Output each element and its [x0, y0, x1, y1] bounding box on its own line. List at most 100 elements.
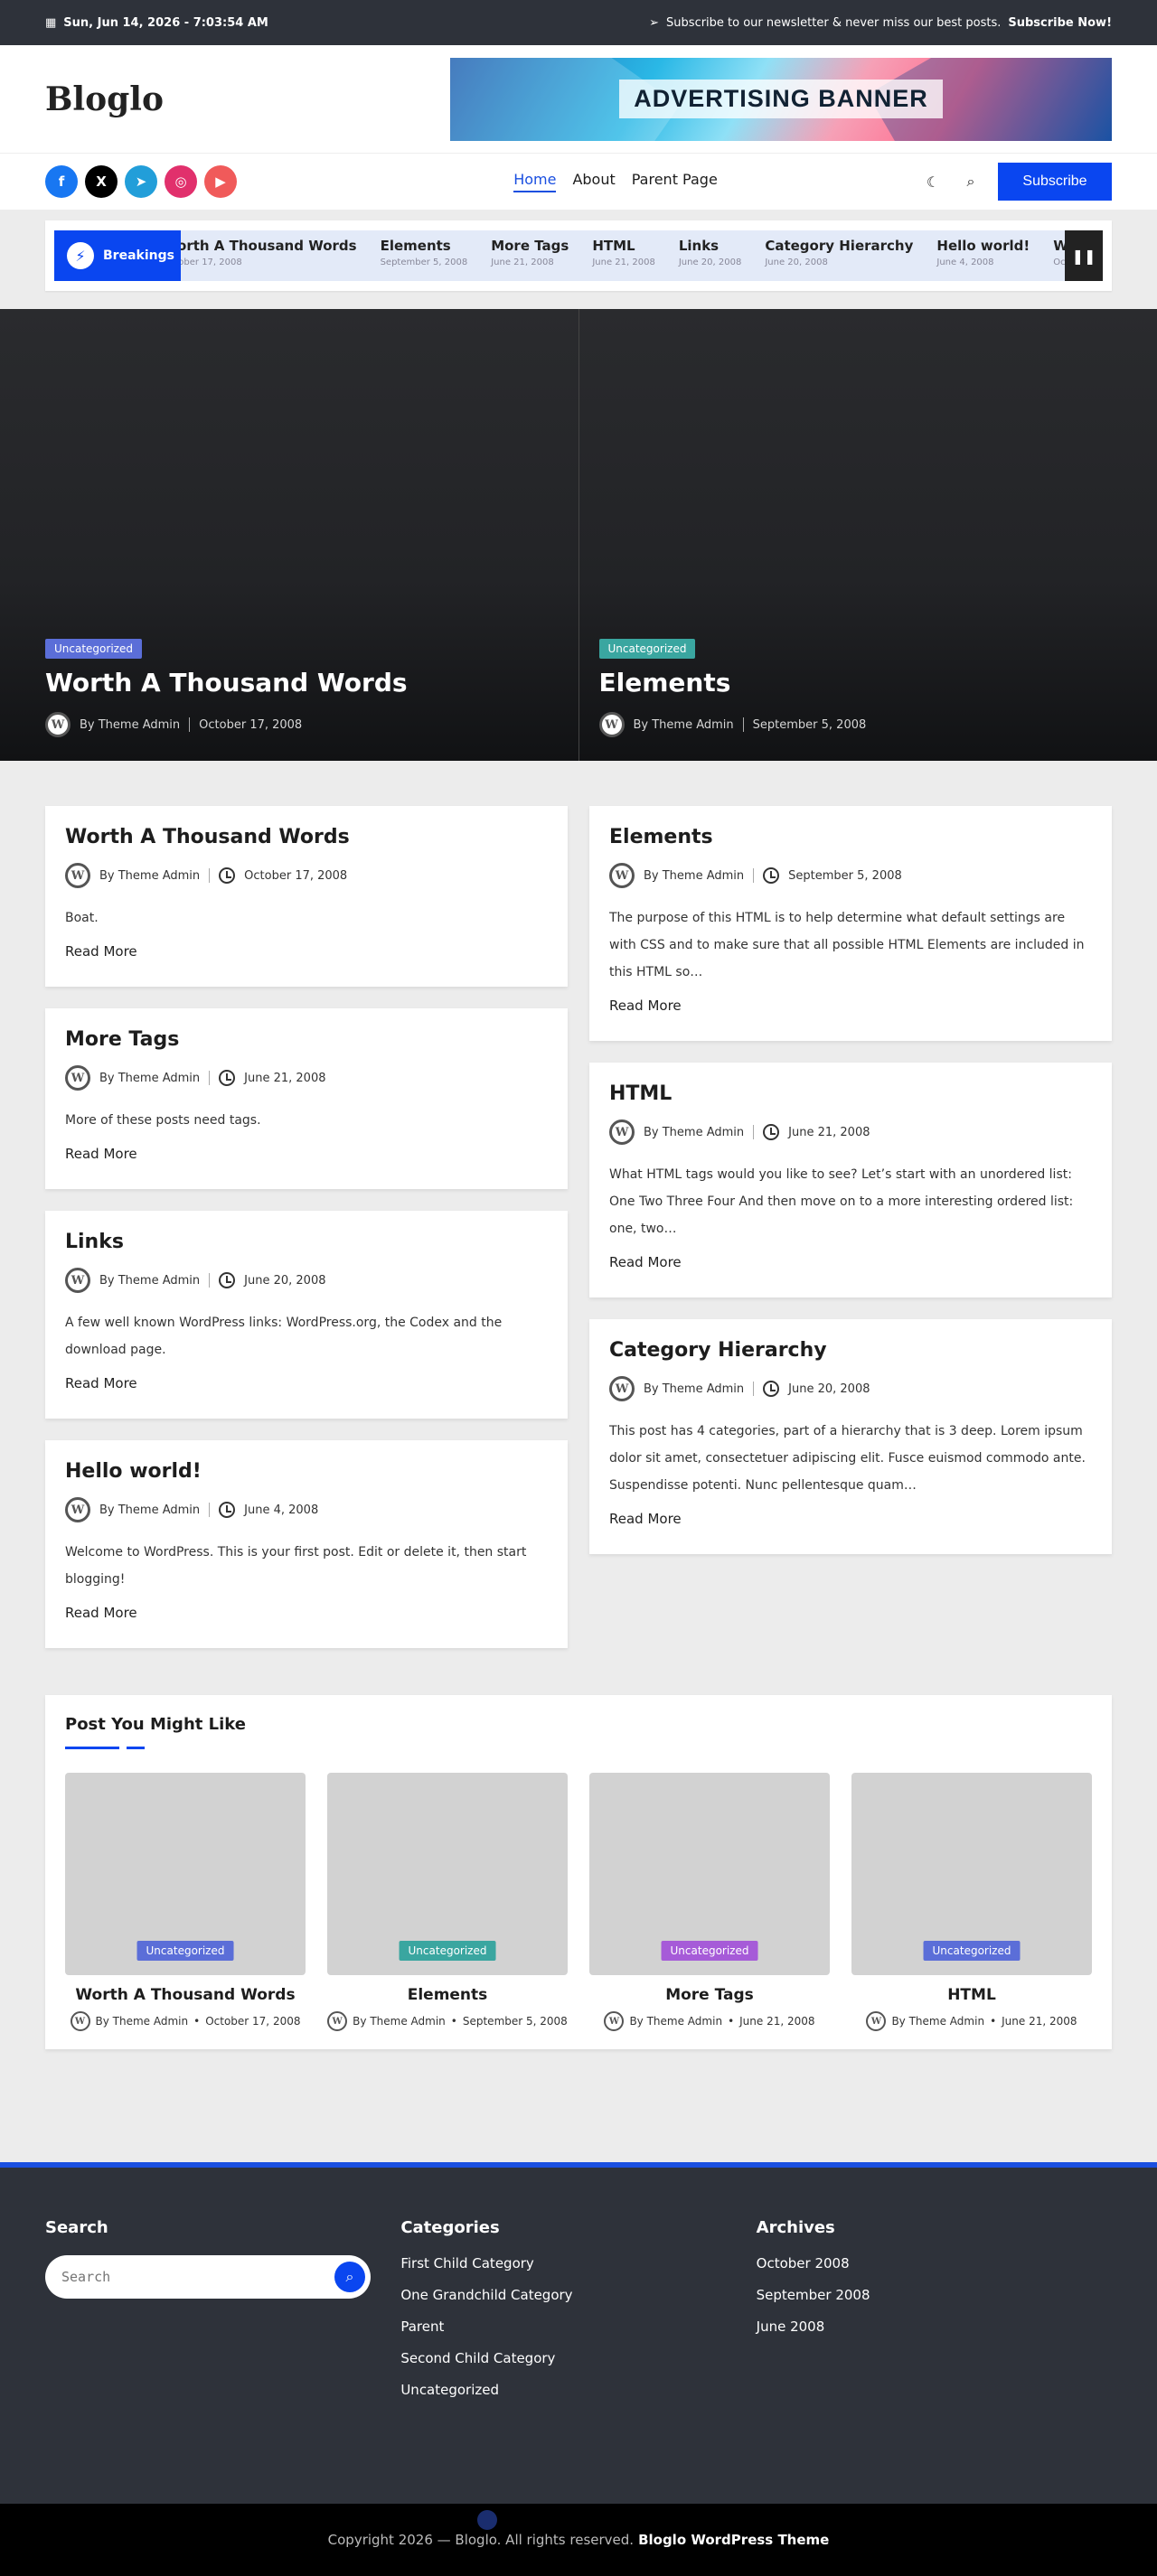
meta-separator	[742, 717, 744, 732]
author-name[interactable]: By Theme Admin	[80, 718, 180, 732]
search-icon[interactable]: ⌕	[960, 171, 982, 192]
pause-icon[interactable]: ❚❚	[1065, 230, 1103, 281]
category-badge[interactable]: Uncategorized	[45, 639, 142, 659]
author-avatar: W	[327, 2011, 348, 2031]
ticker-item[interactable]: More Tags June 21, 2008	[491, 238, 569, 267]
hero-slide[interactable]: Uncategorized Elements W By Theme Admin Sept…	[578, 309, 1157, 761]
newsletter-subscribe-link[interactable]: Subscribe Now!	[1008, 16, 1112, 30]
author-name[interactable]: By Theme Admin	[99, 1274, 200, 1288]
ticker-item[interactable]: HTML June 21, 2008	[592, 238, 655, 267]
post-title[interactable]: Links	[65, 1231, 548, 1253]
post-card: Worth A Thousand Words W By Theme Admin Oct…	[45, 806, 568, 987]
read-more-link[interactable]: Read More	[65, 1605, 137, 1621]
subscribe-button[interactable]: Subscribe	[997, 163, 1112, 201]
post-title[interactable]: Hello world!	[65, 1460, 548, 1483]
read-more-link[interactable]: Read More	[65, 1146, 137, 1162]
site-logo[interactable]: Bloglo	[45, 80, 164, 118]
ticker-item[interactable]: Hello world! June 4, 2008	[936, 238, 1030, 267]
ticker-item[interactable]: Worth A Thousand Words October 17, 2008	[1053, 238, 1065, 267]
advertising-banner[interactable]: ADVERTISING BANNER	[450, 57, 1112, 141]
related-post-title[interactable]: HTML	[851, 1986, 1092, 2004]
category-link[interactable]: Second Child Category	[400, 2350, 756, 2366]
x-icon[interactable]: X	[85, 165, 118, 198]
dark-mode-toggle-icon[interactable]: ☾	[922, 171, 944, 192]
post-title[interactable]: HTML	[609, 1082, 1092, 1105]
author-name[interactable]: By Theme Admin	[99, 1072, 200, 1085]
category-badge[interactable]: Uncategorized	[661, 1941, 758, 1961]
menu-item-home[interactable]: Home	[513, 171, 557, 192]
meta-separator	[753, 868, 755, 883]
post-excerpt: This post has 4 categories, part of a hi…	[609, 1424, 1086, 1493]
category-link[interactable]: Parent	[400, 2318, 756, 2335]
category-link[interactable]: First Child Category	[400, 2255, 756, 2272]
author-name[interactable]: By Theme Admin	[353, 2015, 446, 2028]
post-meta: W By Theme Admin September 5, 2008	[598, 712, 1122, 737]
banner-text: ADVERTISING BANNER	[619, 80, 943, 118]
post-title[interactable]: Worth A Thousand Words	[65, 826, 548, 848]
hero-slide-content: Uncategorized Elements W By Theme Admin Sept…	[598, 639, 1122, 737]
category-badge[interactable]: Uncategorized	[598, 639, 696, 659]
post-thumbnail[interactable]: Uncategorized	[327, 1773, 568, 1975]
clock-icon	[763, 1381, 780, 1397]
search-submit-icon[interactable]: ⌕	[334, 2262, 365, 2292]
read-more-link[interactable]: Read More	[65, 943, 137, 960]
category-link[interactable]: Uncategorized	[400, 2382, 756, 2398]
author-name[interactable]: By Theme Admin	[99, 1503, 200, 1517]
archive-link[interactable]: September 2008	[757, 2287, 1112, 2303]
related-post-title[interactable]: Worth A Thousand Words	[65, 1986, 306, 2004]
clock-icon	[763, 1124, 780, 1140]
author-name[interactable]: By Theme Admin	[891, 2015, 984, 2028]
category-badge[interactable]: Uncategorized	[399, 1941, 496, 1961]
post-meta: W By Theme Admin June 20, 2008	[609, 1376, 1092, 1401]
youtube-icon[interactable]: ▶	[204, 165, 237, 198]
ticker-item[interactable]: Elements September 5, 2008	[381, 238, 468, 267]
category-badge[interactable]: Uncategorized	[923, 1941, 1021, 1961]
meta-separator	[209, 868, 211, 883]
author-name[interactable]: By Theme Admin	[99, 869, 200, 883]
hero-title[interactable]: Elements	[599, 668, 1122, 698]
meta-separator	[209, 1273, 211, 1288]
post-thumbnail[interactable]: Uncategorized	[589, 1773, 830, 1975]
category-badge[interactable]: Uncategorized	[136, 1941, 234, 1961]
post-title[interactable]: Elements	[609, 826, 1092, 848]
post-date: June 21, 2008	[244, 1071, 326, 1085]
category-link[interactable]: One Grandchild Category	[400, 2287, 756, 2303]
hero-title[interactable]: Worth A Thousand Words	[45, 668, 542, 698]
menu-item-about[interactable]: About	[572, 171, 615, 192]
archive-link[interactable]: October 2008	[757, 2255, 1112, 2272]
post-thumbnail[interactable]: Uncategorized	[851, 1773, 1092, 1975]
related-post-title[interactable]: Elements	[327, 1986, 568, 2004]
author-name[interactable]: By Theme Admin	[644, 869, 744, 883]
ticker-item[interactable]: Worth A Thousand Words October 17, 2008	[163, 238, 357, 267]
menu-item-parent-page[interactable]: Parent Page	[632, 171, 718, 192]
copyright-bar: Copyright 2026 — Bloglo. All rights rese…	[0, 2504, 1157, 2576]
read-more-link[interactable]: Read More	[609, 1511, 682, 1527]
post-date: June 4, 2008	[244, 1503, 319, 1517]
instagram-icon[interactable]: ◎	[165, 165, 197, 198]
read-more-link[interactable]: Read More	[65, 1375, 137, 1391]
ticker-item-date: October 17, 2008	[163, 258, 242, 267]
author-name[interactable]: By Theme Admin	[96, 2015, 189, 2028]
post-meta: W By Theme Admin • October 17, 2008	[65, 2011, 306, 2031]
read-more-link[interactable]: Read More	[609, 998, 682, 1014]
hero-slide[interactable]: Uncategorized Worth A Thousand Words W By T…	[0, 309, 579, 761]
author-name[interactable]: By Theme Admin	[644, 1126, 744, 1139]
post-date: September 5, 2008	[752, 717, 867, 732]
archive-link[interactable]: June 2008	[757, 2318, 1112, 2335]
telegram-icon[interactable]: ➤	[125, 165, 157, 198]
search-input[interactable]	[61, 2269, 334, 2285]
post-thumbnail[interactable]: Uncategorized	[65, 1773, 306, 1975]
ticker-item[interactable]: Category Hierarchy June 20, 2008	[765, 238, 913, 267]
theme-credit-link[interactable]: Bloglo WordPress Theme	[638, 2532, 829, 2548]
author-name[interactable]: By Theme Admin	[644, 1382, 744, 1396]
facebook-icon[interactable]: f	[45, 165, 78, 198]
ticker-item[interactable]: Links June 20, 2008	[679, 238, 742, 267]
read-more-link[interactable]: Read More	[609, 1254, 682, 1270]
related-post-card: Uncategorized More Tags W By Theme Admin • Ju…	[589, 1773, 830, 2031]
scroll-to-top-button[interactable]	[477, 2510, 497, 2530]
related-post-title[interactable]: More Tags	[589, 1986, 830, 2004]
author-name[interactable]: By Theme Admin	[634, 718, 734, 732]
author-name[interactable]: By Theme Admin	[629, 2015, 722, 2028]
post-title[interactable]: Category Hierarchy	[609, 1339, 1092, 1362]
post-title[interactable]: More Tags	[65, 1028, 548, 1051]
